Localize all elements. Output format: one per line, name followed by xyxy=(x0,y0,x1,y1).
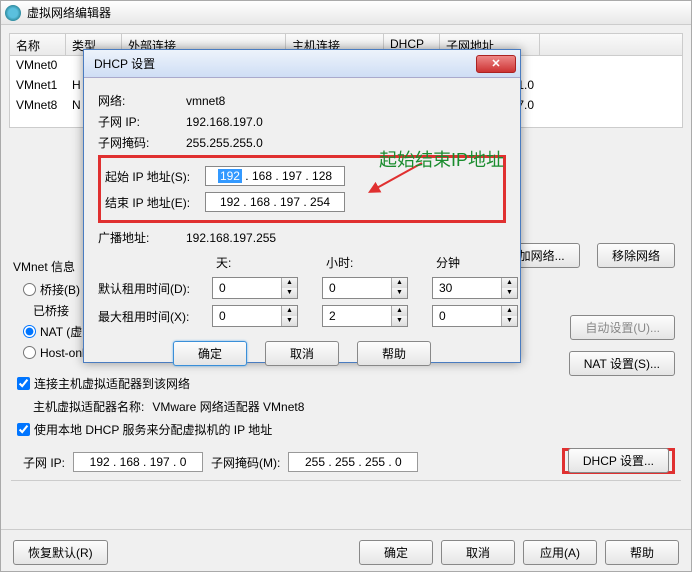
end-ip-label: 结束 IP 地址(E): xyxy=(105,194,205,211)
subnet-ip-label: 子网 IP: xyxy=(23,454,65,471)
dhcp-dialog: DHCP 设置 ✕ 网络:vmnet8 子网 IP:192.168.197.0 … xyxy=(83,49,521,363)
bridged-adapter-label: 已桥接 xyxy=(33,302,69,319)
nat-settings-wrap: NAT 设置(S)... xyxy=(569,351,675,376)
network-label: 网络: xyxy=(98,92,186,109)
divider xyxy=(11,480,681,481)
default-minutes-input[interactable] xyxy=(433,278,501,298)
down-icon[interactable]: ▼ xyxy=(282,288,297,298)
bottom-bar: 恢复默认(R) 确定 取消 应用(A) 帮助 xyxy=(1,529,691,565)
dhcp-settings-button[interactable]: DHCP 设置... xyxy=(568,448,669,473)
dialog-help-button[interactable]: 帮助 xyxy=(357,341,431,366)
dialog-body: 网络:vmnet8 子网 IP:192.168.197.0 子网掩码:255.2… xyxy=(84,78,520,376)
start-ip-input[interactable]: 192 . 168 . 197 . 128 xyxy=(205,166,345,186)
cell: VMnet8 xyxy=(10,96,66,116)
ok-button[interactable]: 确定 xyxy=(359,540,433,565)
up-icon[interactable]: ▲ xyxy=(502,306,517,316)
down-icon[interactable]: ▼ xyxy=(392,288,407,298)
network-ops: 加网络... 移除网络 xyxy=(504,243,675,268)
restore-defaults-button[interactable]: 恢复默认(R) xyxy=(13,540,108,565)
default-minutes-spinner[interactable]: ▲▼ xyxy=(432,277,518,299)
main-window: 虚拟网络编辑器 名称 类型 外部连接 主机连接 DHCP 子网地址 VMnet0… xyxy=(0,0,692,572)
down-icon[interactable]: ▼ xyxy=(502,288,517,298)
default-days-input[interactable] xyxy=(213,278,281,298)
default-lease-label: 默认租用时间(D): xyxy=(98,280,198,297)
cancel-button[interactable]: 取消 xyxy=(441,540,515,565)
use-dhcp-label: 使用本地 DHCP 服务来分配虚拟机的 IP 地址 xyxy=(34,421,272,438)
apply-button[interactable]: 应用(A) xyxy=(523,540,597,565)
help-button[interactable]: 帮助 xyxy=(605,540,679,565)
nat-label: NAT (虚 xyxy=(40,323,82,340)
close-icon[interactable]: ✕ xyxy=(476,55,516,73)
default-hours-input[interactable] xyxy=(323,278,391,298)
max-lease-label: 最大租用时间(X): xyxy=(98,308,198,325)
col-name[interactable]: 名称 xyxy=(10,34,66,55)
subnet-label: 子网 IP: xyxy=(98,113,186,130)
end-ip-input[interactable]: 192 . 168 . 197 . 254 xyxy=(205,192,345,212)
hostonly-radio[interactable] xyxy=(23,346,36,359)
dialog-title: DHCP 设置 xyxy=(94,55,155,72)
auto-settings-button: 自动设置(U)... xyxy=(570,315,675,340)
max-minutes-spinner[interactable]: ▲▼ xyxy=(432,305,518,327)
start-ip-label: 起始 IP 地址(S): xyxy=(105,168,205,185)
use-dhcp-checkbox[interactable] xyxy=(17,423,30,436)
max-minutes-input[interactable] xyxy=(433,306,501,326)
up-icon[interactable]: ▲ xyxy=(282,278,297,288)
annotation-text: 起始结束IP地址 xyxy=(379,146,504,172)
auto-settings-wrap: 自动设置(U)... xyxy=(570,315,675,340)
down-icon[interactable]: ▼ xyxy=(502,316,517,326)
host-adapter-value: VMware 网络适配器 VMnet8 xyxy=(152,398,304,415)
use-dhcp-row: 使用本地 DHCP 服务来分配虚拟机的 IP 地址 xyxy=(17,421,679,438)
remove-network-button[interactable]: 移除网络 xyxy=(597,243,675,268)
default-hours-spinner[interactable]: ▲▼ xyxy=(322,277,408,299)
bridged-radio[interactable] xyxy=(23,283,36,296)
minutes-header: 分钟 xyxy=(432,254,528,271)
up-icon[interactable]: ▲ xyxy=(502,278,517,288)
max-days-input[interactable] xyxy=(213,306,281,326)
subnet-value: 192.168.197.0 xyxy=(186,115,263,129)
days-header: 天: xyxy=(212,254,308,271)
cell: VMnet1 xyxy=(10,76,66,96)
highlight-dhcp-button: DHCP 设置... xyxy=(562,448,675,474)
dhcp-settings-wrap: DHCP 设置... xyxy=(562,448,675,473)
up-icon[interactable]: ▲ xyxy=(392,278,407,288)
bridged-label: 桥接(B) xyxy=(40,281,80,298)
bottom-right-buttons: 确定 取消 应用(A) 帮助 xyxy=(359,540,679,565)
max-days-spinner[interactable]: ▲▼ xyxy=(212,305,298,327)
dialog-buttons: 确定 取消 帮助 xyxy=(98,341,506,366)
connect-host-label: 连接主机虚拟适配器到该网络 xyxy=(34,375,190,392)
connect-host-row: 连接主机虚拟适配器到该网络 xyxy=(17,375,679,392)
subnet-ip-input[interactable]: 192 . 168 . 197 . 0 xyxy=(73,452,203,472)
connect-host-checkbox[interactable] xyxy=(17,377,30,390)
dialog-title-bar[interactable]: DHCP 设置 ✕ xyxy=(84,50,520,78)
nat-settings-button[interactable]: NAT 设置(S)... xyxy=(569,351,675,376)
host-adapter-row: 主机虚拟适配器名称: VMware 网络适配器 VMnet8 xyxy=(33,398,679,415)
host-adapter-label: 主机虚拟适配器名称: xyxy=(33,398,144,415)
max-hours-input[interactable] xyxy=(323,306,391,326)
broadcast-label: 广播地址: xyxy=(98,229,186,246)
mask-label: 子网掩码: xyxy=(98,134,186,151)
ip-rest: . 168 . 197 . 128 xyxy=(242,169,332,183)
hours-header: 小时: xyxy=(322,254,418,271)
app-icon xyxy=(5,5,21,21)
network-value: vmnet8 xyxy=(186,94,225,108)
broadcast-value: 192.168.197.255 xyxy=(186,231,276,245)
down-icon[interactable]: ▼ xyxy=(282,316,297,326)
mask-value: 255.255.255.0 xyxy=(186,136,263,150)
max-hours-spinner[interactable]: ▲▼ xyxy=(322,305,408,327)
cell: VMnet0 xyxy=(10,56,66,76)
dialog-ok-button[interactable]: 确定 xyxy=(173,341,247,366)
subnet-mask-input[interactable]: 255 . 255 . 255 . 0 xyxy=(288,452,418,472)
window-title: 虚拟网络编辑器 xyxy=(27,4,111,21)
dialog-cancel-button[interactable]: 取消 xyxy=(265,341,339,366)
up-icon[interactable]: ▲ xyxy=(282,306,297,316)
default-days-spinner[interactable]: ▲▼ xyxy=(212,277,298,299)
down-icon[interactable]: ▼ xyxy=(392,316,407,326)
up-icon[interactable]: ▲ xyxy=(392,306,407,316)
nat-radio[interactable] xyxy=(23,325,36,338)
subnet-mask-label: 子网掩码(M): xyxy=(211,454,280,471)
title-bar: 虚拟网络编辑器 xyxy=(1,1,691,25)
lease-grid: 天: 小时: 分钟 默认租用时间(D): ▲▼ ▲▼ ▲▼ 最大租用时间(X):… xyxy=(98,254,506,327)
ip-selection: 192 xyxy=(218,169,242,183)
